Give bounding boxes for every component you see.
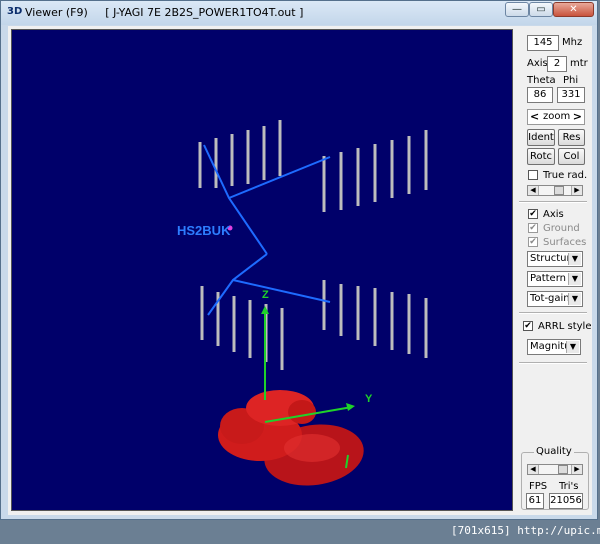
zoom-label: zoom [543, 111, 571, 122]
pattern-highlight [284, 434, 340, 462]
antenna-3d-scene: HS2BUK Z Y [177, 120, 428, 486]
y-axis-arrow [346, 403, 355, 411]
divider [519, 201, 587, 203]
true-rad-label: True rad. [543, 170, 588, 181]
ground-checkbox: ✔ [528, 223, 538, 233]
zoom-out-button[interactable]: < [530, 110, 539, 123]
fps-label: FPS [529, 481, 548, 492]
slider-right-arrow[interactable]: ▶ [571, 465, 582, 474]
minimize-button[interactable]: — [505, 2, 529, 17]
theta-field[interactable]: 86 [527, 87, 553, 103]
title-bar[interactable]: 3D Viewer (F9) [ J-YAGI 7E 2B2S_POWER1TO… [1, 1, 597, 25]
y-axis-label: Y [365, 393, 373, 405]
control-panel: 145 Mhz Axis 2 mtr Theta Phi 86 331 < zo… [517, 29, 592, 511]
frequency-field[interactable]: 145 [527, 35, 559, 51]
structure-select[interactable]: Structure ▼ [527, 251, 583, 267]
phi-field[interactable]: 331 [557, 87, 585, 103]
antenna-elements [198, 120, 428, 370]
axis-checkbox[interactable]: ✔ [528, 209, 538, 219]
feed-line-bottom-right [232, 279, 331, 303]
arrl-style-checkbox[interactable]: ✔ [523, 321, 533, 331]
ground-checkbox-label: Ground [543, 223, 580, 234]
app-icon: 3D [7, 6, 23, 17]
3d-viewport[interactable]: HS2BUK Z Y [11, 29, 513, 511]
viewer-window: 3D Viewer (F9) [ J-YAGI 7E 2B2S_POWER1TO… [0, 0, 598, 520]
surfaces-checkbox-label: Surfaces [543, 237, 587, 248]
fps-value: 61 [526, 493, 544, 509]
col-button[interactable]: Col [558, 148, 585, 165]
magnitude-select[interactable]: Magnituc ▼ [527, 339, 581, 355]
pattern-select[interactable]: Pattern ▼ [527, 271, 583, 287]
axis-size-field[interactable]: 2 [547, 56, 567, 72]
gain-select[interactable]: Tot-gain ▼ [527, 291, 583, 307]
zoom-control: < zoom > [527, 109, 585, 125]
surfaces-checkbox: ✔ [528, 237, 538, 247]
z-axis-label: Z [262, 289, 269, 301]
pattern-upper-lobe-2 [288, 400, 316, 424]
zoom-in-button[interactable]: > [573, 110, 582, 123]
gain-select-value: Tot-gain [530, 293, 570, 304]
window-title: Viewer (F9) [ J-YAGI 7E 2B2S_POWER1TO4T.… [25, 6, 304, 19]
axis-size-unit: mtr [570, 58, 588, 69]
res-button[interactable]: Res [558, 129, 585, 146]
antenna-label: HS2BUK [177, 223, 231, 238]
client-area: HS2BUK Z Y 145 Mhz Axis 2 mtr Theta Phi … [8, 26, 592, 515]
axis-checkbox-label: Axis [543, 209, 564, 220]
chevron-down-icon: ▼ [568, 273, 581, 285]
z-axis-arrow [261, 306, 269, 314]
true-rad-slider[interactable]: ◀ ▶ [527, 185, 583, 196]
chevron-down-icon: ▼ [566, 341, 579, 353]
ident-button[interactable]: Ident [527, 129, 555, 146]
quality-slider[interactable]: ◀ ▶ [527, 464, 583, 475]
divider [519, 312, 587, 314]
rotc-button[interactable]: Rotc [527, 148, 555, 165]
tris-value: 21056 [549, 493, 583, 509]
frequency-unit: Mhz [562, 37, 583, 48]
chevron-down-icon: ▼ [568, 253, 581, 265]
chevron-down-icon: ▼ [568, 293, 581, 305]
slider-right-arrow[interactable]: ▶ [571, 186, 582, 195]
quality-label: Quality [534, 445, 574, 458]
quality-slider-thumb[interactable] [558, 465, 568, 474]
close-button[interactable]: ✕ [553, 2, 594, 17]
radiation-pattern [218, 390, 364, 486]
tris-label: Tri's [559, 481, 579, 492]
maximize-button[interactable]: ▭ [529, 2, 553, 17]
true-rad-checkbox[interactable] [528, 170, 538, 180]
slider-left-arrow[interactable]: ◀ [528, 186, 539, 195]
phi-label: Phi [563, 75, 579, 86]
slider-left-arrow[interactable]: ◀ [528, 465, 539, 474]
arrl-style-label: ARRL style [538, 321, 592, 332]
divider [519, 362, 587, 364]
quality-group: Quality ◀ ▶ FPS Tri's 61 21056 [521, 445, 589, 510]
slider-thumb[interactable] [554, 186, 564, 195]
pattern-select-value: Pattern [530, 273, 566, 284]
watermark-text: [701x615] http://upic.me/ [451, 524, 600, 537]
axis-size-label: Axis [527, 58, 548, 69]
theta-label: Theta [527, 75, 556, 86]
